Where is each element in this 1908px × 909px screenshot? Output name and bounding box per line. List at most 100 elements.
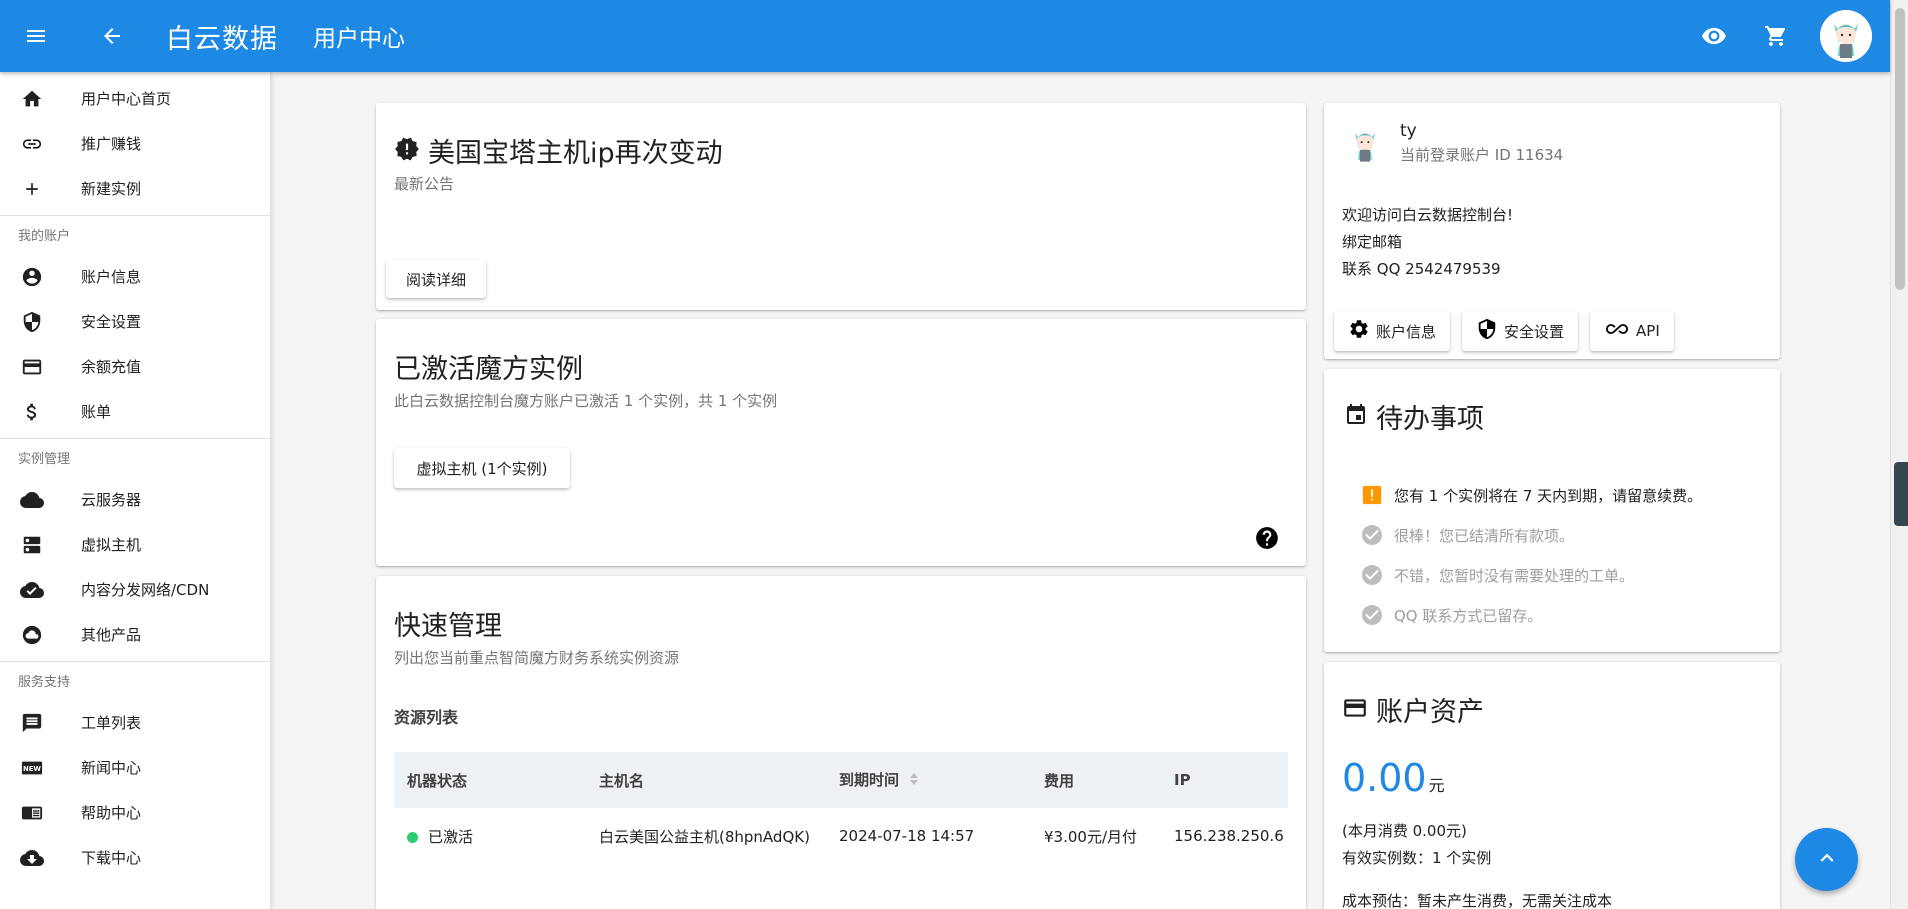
announcement-title: 美国宝塔主机ip再次变动 [428,138,723,169]
sidebar-section-heading: 实例管理 [18,452,71,467]
dollar-icon [20,400,44,424]
todo-title: 待办事项 [1376,404,1484,435]
announcement-card: 美国宝塔主机ip再次变动 最新公告 阅读详细 [376,103,1306,310]
sidebar-item-recharge[interactable]: 余额充值 [0,344,270,389]
menu-icon[interactable] [14,14,58,58]
warning-icon [1360,483,1384,507]
assets-title: 账户资产 [1376,697,1484,728]
plus-icon [20,177,44,201]
status-text: 已激活 [428,827,474,846]
sidebar-item-label: 其他产品 [81,626,142,644]
todo-item: 很棒！您已结清所有款项。 [1360,515,1702,555]
sidebar-item-referral[interactable]: 推广赚钱 [0,121,270,166]
scrollbar-thumb[interactable] [1895,8,1905,290]
sidebar-item-new-instance[interactable]: 新建实例 [0,166,270,211]
cloud-download-icon [20,846,44,870]
instances-title: 已激活魔方实例 [394,354,583,385]
sidebar-item-home[interactable]: 用户中心首页 [0,76,270,121]
api-button[interactable]: API [1590,311,1674,351]
top-app-bar: 白云数据 用户中心 [0,0,1890,72]
credit-card-icon [1342,695,1368,725]
page-title: 用户中心 [313,26,405,52]
cell-ip: 156.238.250.6 [1174,827,1284,845]
resource-list-title: 资源列表 [394,708,459,727]
avatar[interactable] [1820,10,1872,62]
todo-card: 待办事项 您有 1 个实例将在 7 天内到期，请留意续费。 很棒！您已结清所有款… [1324,369,1780,652]
sidebar-item-label: 安全设置 [81,313,142,331]
column-header-ip[interactable]: IP [1161,752,1288,808]
cloud-done-icon [20,578,44,602]
gear-icon [1348,318,1370,344]
account-circle-icon [20,265,44,289]
arrow-back-icon[interactable] [90,14,134,58]
sidebar-item-label: 推广赚钱 [81,135,142,153]
sidebar-item-label: 云服务器 [81,491,142,509]
sidebar-item-cloud-server[interactable]: 云服务器 [0,477,270,522]
sidebar-item-download[interactable]: 下载中心 [0,835,270,880]
shield-icon [20,310,44,334]
alert-badge-icon [394,136,420,166]
page-scrollbar[interactable] [1890,0,1908,909]
infinity-icon [1604,318,1630,344]
cart-icon[interactable] [1754,14,1798,58]
sidebar-item-news[interactable]: NEW 新闻中心 [0,745,270,790]
instances-subtitle: 此白云数据控制台魔方账户已激活 1 个实例，共 1 个实例 [394,392,778,410]
todo-text: 不错，您暂时没有需要处理的工单。 [1394,566,1635,585]
scroll-to-top-button[interactable] [1795,828,1858,891]
sidebar-item-tickets[interactable]: 工单列表 [0,700,270,745]
quick-manage-card: 快速管理 列出您当前重点智简魔方财务系统实例资源 资源列表 机器状态 主机名 到… [376,576,1306,909]
read-more-button[interactable]: 阅读详细 [386,260,486,298]
activated-instances-card: 已激活魔方实例 此白云数据控制台魔方账户已激活 1 个实例，共 1 个实例 虚拟… [376,319,1306,566]
account-info-button[interactable]: 账户信息 [1334,311,1451,351]
link-icon [20,132,44,156]
column-header-fee[interactable]: 费用 [1031,752,1161,808]
sidebar-item-other-products[interactable]: 其他产品 [0,612,270,657]
todo-text: 您有 1 个实例将在 7 天内到期，请留意续费。 [1394,486,1703,505]
cell-status: 已激活 [394,808,586,864]
sidebar-item-label: 新闻中心 [81,759,142,777]
help-icon[interactable] [1254,525,1280,555]
message-icon [20,711,44,735]
sort-icon[interactable] [909,771,919,791]
sidebar-item-cdn[interactable]: 内容分发网络/CDN [0,567,270,612]
cloud-circle-icon [20,623,44,647]
cell-expire: 2024-07-18 14:57 [839,827,975,845]
account-id: 当前登录账户 ID 11634 [1400,146,1564,164]
calendar-icon [1344,403,1368,431]
active-instance-count: 有效实例数：1 个实例 [1342,849,1492,867]
button-label: 安全设置 [1504,322,1565,341]
sidebar-item-security[interactable]: 安全设置 [0,299,270,344]
security-settings-button[interactable]: 安全设置 [1462,311,1579,351]
eye-icon[interactable] [1692,14,1736,58]
sidebar-item-account-info[interactable]: 账户信息 [0,254,270,299]
column-header-expire[interactable]: 到期时间 [826,752,1031,808]
sidebar-item-label: 工单列表 [81,714,142,732]
column-header-hostname[interactable]: 主机名 [586,752,826,808]
sidebar-item-virtual-host[interactable]: 虚拟主机 [0,522,270,567]
todo-item: 您有 1 个实例将在 7 天内到期，请留意续费。 [1360,475,1702,515]
home-icon [20,87,44,111]
avatar [1343,121,1387,165]
monthly-spend: (本月消费 0.00元) [1342,822,1467,840]
chevron-up-icon [1814,845,1840,875]
sidebar-item-label: 下载中心 [81,849,142,867]
check-circle-icon [1360,603,1384,627]
sidebar-item-label: 帮助中心 [81,804,142,822]
virtual-host-button[interactable]: 虚拟主机 (1个实例) [394,448,570,488]
cloud-icon [20,488,44,512]
table-row[interactable]: 已激活 白云美国公益主机(8hpnAdQK) 2024-07-18 14:57 … [394,808,1288,864]
brand-title[interactable]: 白云数据 [166,17,278,56]
shield-icon [1476,318,1498,344]
column-header-status[interactable]: 机器状态 [394,752,586,808]
button-label: API [1636,322,1660,340]
quick-manage-subtitle: 列出您当前重点智简魔方财务系统实例资源 [394,649,680,667]
side-drawer-handle[interactable] [1894,462,1908,526]
bind-email-link[interactable]: 绑定邮箱 [1342,229,1513,256]
welcome-text: 欢迎访问白云数据控制台! [1342,206,1514,224]
server-icon [20,533,44,557]
sidebar-item-billing[interactable]: 账单 [0,389,270,434]
sidebar-item-help[interactable]: 帮助中心 [0,790,270,835]
cell-hostname[interactable]: 白云美国公益主机(8hpnAdQK) [586,808,826,864]
button-label: 账户信息 [1376,322,1437,341]
sidebar-item-label: 内容分发网络/CDN [81,581,210,599]
